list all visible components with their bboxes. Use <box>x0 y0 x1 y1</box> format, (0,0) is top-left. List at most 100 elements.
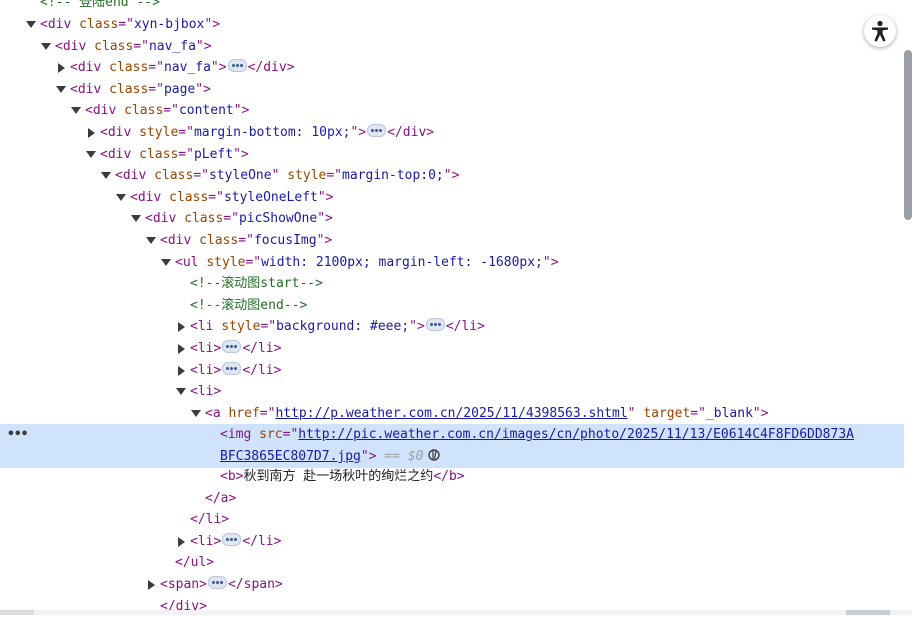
tree-node[interactable]: <span> </span> <box>0 574 904 596</box>
node-markup: <div class="nav_fa"> </div> <box>70 57 295 79</box>
collapse-triangle-icon[interactable] <box>101 165 111 187</box>
tag-token: =" <box>163 103 179 119</box>
tree-node[interactable]: <div class="pLeft"> <box>0 144 904 166</box>
expand-ellipsis-button[interactable] <box>367 124 387 137</box>
tree-node[interactable]: <div class="content"> <box>0 100 904 122</box>
node-markup: <div class="nav_fa"> <box>55 36 212 58</box>
tree-node[interactable]: <!--滚动图start--> <box>0 273 904 295</box>
expand-triangle-icon[interactable] <box>176 338 186 360</box>
horizontal-scrollbar[interactable] <box>0 610 912 615</box>
collapse-triangle-icon[interactable] <box>41 36 51 58</box>
tag-token: <li> <box>190 362 222 378</box>
tree-node[interactable]: <div class="picShowOne"> <box>0 208 904 230</box>
tree-node[interactable]: <a href="http://p.weather.com.cn/2025/11… <box>0 403 904 425</box>
expand-triangle-icon[interactable] <box>56 57 66 79</box>
tag-token: "> <box>360 448 377 464</box>
scroll-thumb[interactable] <box>846 610 890 615</box>
tree-node[interactable]: <div class="nav_fa"> </div> <box>0 57 904 79</box>
attribute-name: style <box>221 319 261 335</box>
node-menu-button[interactable]: ••• <box>7 424 29 446</box>
accessibility-icon <box>872 20 888 42</box>
collapse-triangle-icon[interactable] <box>86 144 96 166</box>
expand-triangle-icon[interactable] <box>176 360 186 382</box>
tree-node[interactable]: <div class="nav_fa"> <box>0 36 904 58</box>
tag-token: =" <box>260 319 277 335</box>
accessibility-button[interactable] <box>864 15 896 47</box>
node-markup: </a> <box>205 488 236 510</box>
expand-ellipsis-button[interactable] <box>207 576 227 589</box>
tag-token: </li> <box>242 362 282 378</box>
expand-ellipsis-button[interactable] <box>222 532 242 546</box>
expand-ellipsis-button[interactable] <box>425 318 445 332</box>
tag-token: =" <box>238 233 254 248</box>
attribute-value: picShowOne <box>238 211 318 227</box>
collapse-triangle-icon[interactable] <box>176 381 186 403</box>
tag-token: "> <box>317 189 334 205</box>
tag-token: <div <box>100 146 140 162</box>
expand-ellipsis-button[interactable] <box>222 361 242 375</box>
attribute-name: style <box>206 254 246 270</box>
attribute-name: class <box>199 233 239 248</box>
expand-triangle-icon[interactable] <box>146 574 156 596</box>
tag-token: </li> <box>190 512 230 528</box>
collapse-triangle-icon[interactable] <box>131 208 141 230</box>
url-link[interactable]: http://pic.weather.com.cn/images/cn/phot… <box>298 427 854 442</box>
expand-ellipsis-button[interactable] <box>222 340 242 353</box>
tree-node[interactable]: <div class="styleOne" style="margin-top:… <box>0 165 904 187</box>
expand-triangle-icon[interactable] <box>176 316 186 338</box>
tree-node[interactable]: <!--滚动图end--> <box>0 295 904 317</box>
tag-token: "> <box>317 211 333 227</box>
tag-token: "> <box>409 319 425 335</box>
tree-node[interactable]: <div class="styleOneLeft"> <box>0 187 904 209</box>
node-markup: <span> </span> <box>160 574 283 596</box>
collapse-triangle-icon[interactable] <box>56 79 66 101</box>
tree-node[interactable]: <li> </li> <box>0 360 904 382</box>
node-markup: <ul style="width: 2100px; margin-left: -… <box>175 252 559 274</box>
tag-token: <b> <box>220 469 244 484</box>
tree-node[interactable]: </a> <box>0 488 904 510</box>
tree-node[interactable]: <div class="page"> <box>0 79 904 101</box>
expand-triangle-icon[interactable] <box>86 122 96 144</box>
collapse-triangle-icon[interactable] <box>191 403 201 425</box>
tree-node[interactable]: <li> <box>0 381 904 403</box>
url-link[interactable]: http://p.weather.com.cn/2025/11/4398563.… <box>275 406 627 421</box>
url-link[interactable]: BFC3865EC807D7.jpg <box>220 449 361 464</box>
tag-token: =" <box>118 17 134 32</box>
scope-icon[interactable] <box>427 449 442 461</box>
tree-node[interactable]: </li> <box>0 509 904 531</box>
vertical-scrollbar[interactable] <box>904 50 912 220</box>
expand-ellipsis-button[interactable] <box>227 59 247 73</box>
expand-triangle-icon[interactable] <box>176 531 186 553</box>
tree-node[interactable]: <div class="xyn-bjbox"> <box>0 14 904 36</box>
attribute-name: class <box>154 168 194 184</box>
tag-token: =" <box>148 81 164 97</box>
tree-node[interactable]: <li> </li> <box>0 531 904 553</box>
collapse-triangle-icon[interactable] <box>71 100 81 122</box>
scroll-left-area[interactable] <box>0 610 34 615</box>
collapse-triangle-icon[interactable] <box>26 14 36 36</box>
tree-node[interactable]: <b>秋到南方 赴一场秋叶的绚烂之约</b> <box>0 466 904 488</box>
tag-token: =" <box>326 168 343 184</box>
tree-node[interactable]: <div style="margin-bottom: 10px;"> </div> <box>0 122 904 144</box>
tag-token: "> <box>316 233 333 248</box>
collapse-triangle-icon[interactable] <box>116 187 126 209</box>
attribute-name: class <box>139 146 179 162</box>
selected-tree-node[interactable]: ••• <img src="http://pic.weather.com.cn/i… <box>0 424 904 468</box>
node-markup: <li> </li> <box>190 360 281 382</box>
node-markup: <!--滚动图start--> <box>190 273 323 295</box>
collapse-triangle-icon[interactable] <box>146 230 156 252</box>
tag-token: "> <box>542 254 559 270</box>
tree-node[interactable]: <li style="background: #eee;"> </li> <box>0 316 904 338</box>
tree-node[interactable]: <li> </li> <box>0 338 904 360</box>
node-markup: <div class="styleOne" style="margin-top:… <box>115 165 459 187</box>
tree-node[interactable]: <!-- 登陆end --> <box>0 0 904 14</box>
tree-node[interactable]: <ul style="width: 2100px; margin-left: -… <box>0 252 904 274</box>
tag-token: <div <box>40 17 80 32</box>
node-markup: <div class="xyn-bjbox"> <box>40 14 220 36</box>
tag-token: "> <box>210 60 227 76</box>
collapse-triangle-icon[interactable] <box>161 252 171 274</box>
tag-token: </div> <box>387 125 435 140</box>
tree-node[interactable]: </ul> <box>0 552 904 574</box>
attribute-name: class <box>184 211 224 227</box>
tree-node[interactable]: <div class="focusImg"> <box>0 230 904 252</box>
